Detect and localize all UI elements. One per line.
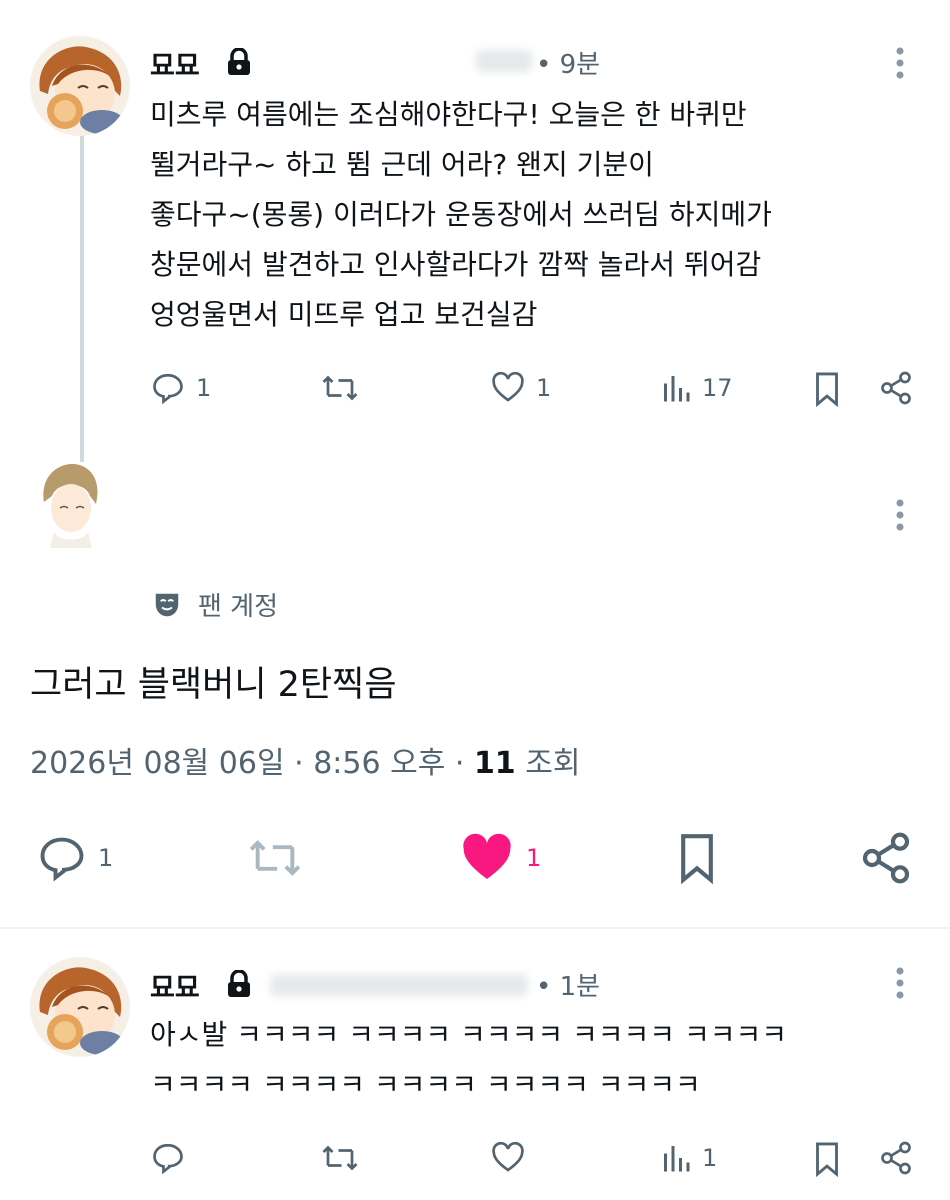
view-label: 조회	[525, 746, 581, 781]
reply-timestamp[interactable]: • 1분	[536, 966, 600, 1003]
reply-author-avatar[interactable]	[30, 957, 130, 1057]
redacted-handle	[476, 50, 532, 72]
retweet-button[interactable]	[320, 370, 360, 406]
views-icon	[664, 376, 690, 402]
bookmark-icon	[816, 1142, 838, 1178]
theater-mask-icon	[155, 593, 179, 616]
reply-icon	[153, 1143, 183, 1175]
heart-icon	[492, 371, 524, 402]
more-options-icon[interactable]	[892, 966, 908, 1000]
retweet-icon	[249, 840, 301, 876]
fan-account-label: 팬 계정	[152, 586, 278, 623]
reply-count: 1	[98, 844, 114, 872]
reply-button[interactable]: 1	[150, 370, 211, 406]
like-button[interactable]: 1	[490, 370, 551, 406]
views-count: 17	[702, 374, 733, 402]
avatar-illustration	[30, 957, 130, 1057]
bookmark-button[interactable]	[810, 1140, 844, 1178]
share-button[interactable]	[878, 1140, 914, 1176]
share-icon	[881, 1141, 911, 1175]
main-like-button[interactable]: 1	[458, 830, 541, 886]
bookmark-icon	[681, 834, 713, 885]
more-options-icon[interactable]	[892, 498, 908, 532]
views-button[interactable]: 17	[660, 370, 733, 406]
heart-filled-icon	[463, 833, 511, 879]
thread-connector-line	[80, 135, 84, 465]
reply-button[interactable]	[150, 1140, 186, 1176]
tweet-text-line: 좋다구~(몽롱) 이러다가 운동장에서 쓰러딤 하지메가	[150, 198, 772, 231]
views-button[interactable]: 1	[660, 1140, 717, 1176]
reply-text-line: 아ㅅ발 ㅋㅋㅋㅋ ㅋㅋㅋㅋ ㅋㅋㅋㅋ ㅋㅋㅋㅋ ㅋㅋㅋㅋ	[150, 1018, 787, 1051]
retweet-button[interactable]	[320, 1140, 360, 1176]
tweet-time[interactable]: 8:56 오후	[313, 746, 445, 781]
reply-count: 1	[196, 374, 212, 402]
author-name[interactable]: 묘묘	[150, 44, 200, 83]
main-reply-button[interactable]: 1	[36, 832, 113, 884]
views-icon	[664, 1146, 690, 1172]
fan-account-text: 팬 계정	[198, 592, 279, 622]
main-tweet-text: 그러고 블랙버니 2탄찍음	[30, 665, 397, 705]
reply-icon	[153, 373, 183, 405]
reply-author-name[interactable]: 묘묘	[150, 966, 200, 1005]
like-button[interactable]	[490, 1140, 526, 1176]
reply-text-line: ㅋㅋㅋㅋ ㅋㅋㅋㅋ ㅋㅋㅋㅋ ㅋㅋㅋㅋ ㅋㅋㅋㅋ	[150, 1068, 701, 1101]
author-avatar[interactable]	[30, 36, 130, 136]
like-count: 1	[536, 374, 552, 402]
redacted-handle	[270, 974, 528, 996]
divider	[0, 927, 950, 929]
tweet-text-line: 엉엉울면서 미뜨루 업고 보건실감	[150, 298, 538, 331]
share-button[interactable]	[878, 370, 914, 406]
tweet-date[interactable]: 2026년 08월 06일	[30, 746, 285, 781]
like-count: 1	[526, 844, 542, 872]
avatar-illustration	[30, 36, 130, 136]
tweet-metadata: 2026년 08월 06일 · 8:56 오후 · 11 조회	[30, 746, 581, 781]
main-retweet-button[interactable]	[245, 832, 305, 884]
main-bookmark-button[interactable]	[674, 830, 720, 886]
protected-lock-icon	[228, 48, 250, 75]
tweet-text-line: 뛸거라구~ 하고 뜀 근데 어라? 왠지 기분이	[150, 148, 654, 181]
share-icon	[862, 832, 910, 884]
view-count: 11	[473, 746, 516, 781]
bookmark-button[interactable]	[810, 370, 844, 408]
retweet-icon	[322, 1145, 358, 1171]
avatar-illustration	[38, 462, 104, 548]
tweet-text: 미츠루 여름에는 조심해야한다구! 오늘은 한 바퀴만 뛸거라구~ 하고 뜀 근…	[150, 90, 772, 340]
bookmark-icon	[816, 372, 838, 408]
views-count: 1	[702, 1144, 718, 1172]
reply-icon	[40, 837, 84, 882]
share-icon	[881, 371, 911, 405]
heart-icon	[492, 1141, 524, 1172]
more-options-icon[interactable]	[892, 46, 908, 80]
main-share-button[interactable]	[858, 830, 914, 886]
tweet-timestamp[interactable]: • 9분	[536, 44, 600, 81]
protected-lock-icon	[228, 970, 250, 997]
retweet-icon	[322, 375, 358, 401]
main-author-avatar[interactable]	[38, 462, 104, 548]
tweet-text-line: 미츠루 여름에는 조심해야한다구! 오늘은 한 바퀴만	[150, 98, 747, 131]
tweet-text-line: 창문에서 발견하고 인사할라다가 깜짝 놀라서 뛰어감	[150, 248, 762, 281]
reply-text: 아ㅅ발 ㅋㅋㅋㅋ ㅋㅋㅋㅋ ㅋㅋㅋㅋ ㅋㅋㅋㅋ ㅋㅋㅋㅋ ㅋㅋㅋㅋ ㅋㅋㅋㅋ ㅋ…	[150, 1010, 787, 1110]
